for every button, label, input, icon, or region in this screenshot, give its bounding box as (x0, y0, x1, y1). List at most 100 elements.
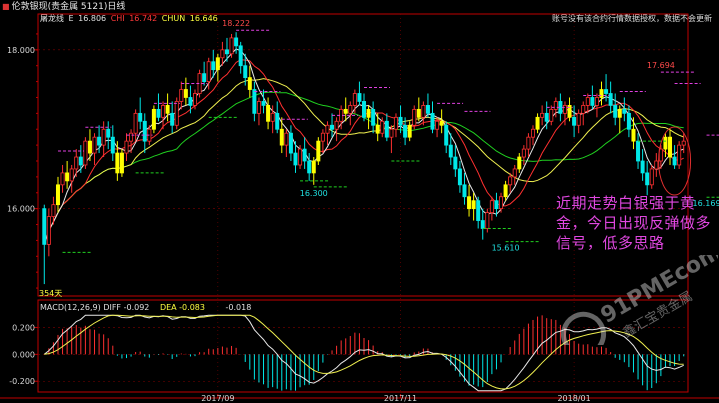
candle-body (188, 97, 193, 106)
candle-body (435, 120, 440, 130)
candle-body (133, 112, 138, 134)
candle-body (298, 148, 303, 166)
candle-body (421, 105, 426, 118)
candle-body (617, 108, 622, 118)
extreme-value-label: 18.222 (222, 19, 250, 28)
candle-body (654, 160, 659, 170)
candle-body (252, 89, 257, 114)
extreme-value-label: 17.694 (647, 61, 675, 70)
indicator-legend: 屠龙线 E 16.806 CHI 16.742 CHUN 16.646 (40, 13, 220, 25)
candle-body (572, 116, 577, 126)
candle-body (275, 112, 280, 130)
candle-body (467, 196, 472, 210)
candle-body (398, 116, 403, 126)
candle-body (389, 128, 394, 138)
candle-body (261, 101, 266, 106)
data-notice: 账号没有该合约行情数据授权，数据不会更新 (552, 14, 712, 23)
main-y-tick-label: 16.000 (7, 205, 35, 214)
candle-body (384, 120, 389, 138)
candle-body (266, 105, 271, 122)
candle-body (179, 89, 184, 102)
candle-body (320, 132, 325, 142)
candle-body (471, 200, 476, 210)
candle-body (448, 144, 453, 158)
legend-chun-value: 16.646 (189, 14, 218, 23)
candle-body (83, 140, 88, 166)
macd-legend: MACD(12,26,9) DIFF -0.092 DEA -0.083 -0.… (40, 302, 251, 313)
candle-body (521, 148, 526, 158)
x-tick-label: 2017/11 (384, 394, 417, 403)
candle-body (444, 124, 449, 146)
bar-count-label: 354天 (39, 289, 62, 298)
legend-chi-label: CHI (110, 14, 125, 23)
legend-e-label: E (68, 14, 74, 23)
candle-body (234, 37, 239, 47)
macd-diff-label: DIFF (103, 303, 122, 312)
macd-name: MACD(12,26,9) (40, 303, 101, 312)
candle-body (645, 172, 650, 186)
candle-body (439, 120, 444, 126)
candle-body (307, 160, 312, 174)
candle-body (581, 105, 586, 114)
candle-body (622, 108, 627, 114)
candle-body (101, 128, 106, 146)
candle-body (65, 172, 70, 182)
candle-body (457, 168, 462, 186)
candle-body (407, 124, 412, 138)
candle-body (302, 148, 307, 162)
candle-body (256, 101, 261, 114)
candle-body (161, 105, 166, 118)
candle-body (51, 204, 56, 217)
legend-name: 屠龙线 (40, 14, 64, 23)
candle-body (416, 108, 421, 118)
candle-body (106, 128, 111, 138)
candle-body (97, 136, 102, 146)
candle-body (60, 172, 65, 186)
candle-body (430, 112, 435, 130)
candle-body (119, 152, 124, 174)
candle-body (544, 112, 549, 122)
candle-body (636, 140, 641, 162)
candle-body (224, 49, 229, 55)
candle-body (375, 124, 380, 134)
extreme-value-label: 16.300 (300, 189, 328, 198)
candle-body (311, 160, 316, 174)
window-title: ■ 伦敦银现(贵金属 5121)日线 (0, 0, 719, 13)
candle-body (553, 101, 558, 110)
candle-body (362, 101, 366, 118)
candle-body (142, 120, 147, 142)
watermark-logo: 91PMEcom 鑫汇宝贵金属 (561, 255, 718, 345)
window-title-text: 伦敦银现(贵金属 5121)日线 (11, 2, 126, 12)
candle-body (668, 136, 673, 158)
candle-body (293, 152, 298, 166)
candle-body (55, 184, 60, 206)
candle-body (530, 128, 535, 138)
candle-body (243, 65, 248, 79)
candle-body (508, 176, 513, 186)
candle-body (151, 108, 156, 130)
candle-body (649, 168, 654, 186)
candle-body (403, 124, 408, 138)
candle-body (677, 144, 682, 166)
candle-body (316, 140, 321, 162)
candle-body (672, 156, 677, 166)
candle-body (115, 152, 120, 174)
macd-y-tick-label: 0.000 (12, 350, 35, 359)
candle-body (206, 61, 211, 82)
candle-body (211, 61, 216, 71)
candle-body (476, 200, 481, 221)
candle-body (453, 156, 458, 170)
candle-body (425, 105, 430, 114)
candle-body (174, 101, 179, 126)
candle-body (357, 93, 362, 102)
candle-body (330, 124, 335, 130)
candle-body (334, 120, 339, 130)
candle-body (343, 108, 348, 114)
candle-body (640, 160, 645, 174)
candle-body (229, 37, 234, 55)
candle-body (393, 116, 398, 130)
candle-body (485, 212, 490, 229)
candle-body (599, 89, 604, 98)
candle-body (604, 89, 609, 94)
candle-body (663, 136, 668, 150)
